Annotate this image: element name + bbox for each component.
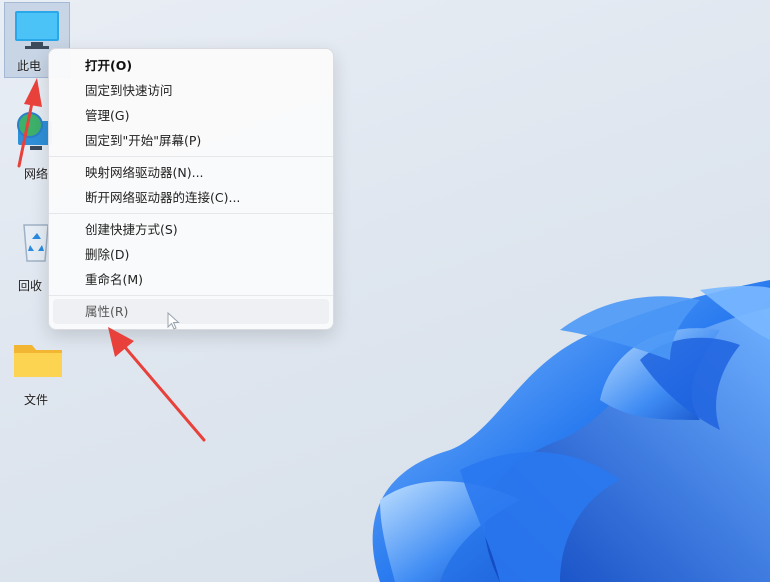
context-menu: 打开(O) 固定到快速访问 管理(G) 固定到"开始"屏幕(P) 映射网络驱动器…: [48, 48, 334, 330]
menu-item-map-network-drive[interactable]: 映射网络驱动器(N)...: [49, 160, 333, 185]
menu-item-pin-quick-access[interactable]: 固定到快速访问: [49, 78, 333, 103]
menu-separator: [49, 156, 333, 157]
menu-item-pin-start[interactable]: 固定到"开始"屏幕(P): [49, 128, 333, 153]
desktop: 此电 网络 回收 文件 打开(O) 固定到快速访问 管理(G) 固定到"开始"屏…: [0, 0, 770, 582]
desktop-icon-folder[interactable]: 文件: [6, 335, 70, 408]
folder-icon: [6, 335, 70, 387]
desktop-icon-label: 文件: [24, 393, 49, 407]
menu-separator: [49, 295, 333, 296]
menu-item-open[interactable]: 打开(O): [49, 53, 333, 78]
menu-item-rename[interactable]: 重命名(M): [49, 267, 333, 292]
menu-item-disconnect-network-drive[interactable]: 断开网络驱动器的连接(C)...: [49, 185, 333, 210]
menu-item-delete[interactable]: 删除(D): [49, 242, 333, 267]
mouse-cursor-icon: [167, 312, 180, 330]
menu-item-manage[interactable]: 管理(G): [49, 103, 333, 128]
menu-item-create-shortcut[interactable]: 创建快捷方式(S): [49, 217, 333, 242]
menu-item-properties[interactable]: 属性(R): [53, 299, 329, 324]
menu-separator: [49, 213, 333, 214]
